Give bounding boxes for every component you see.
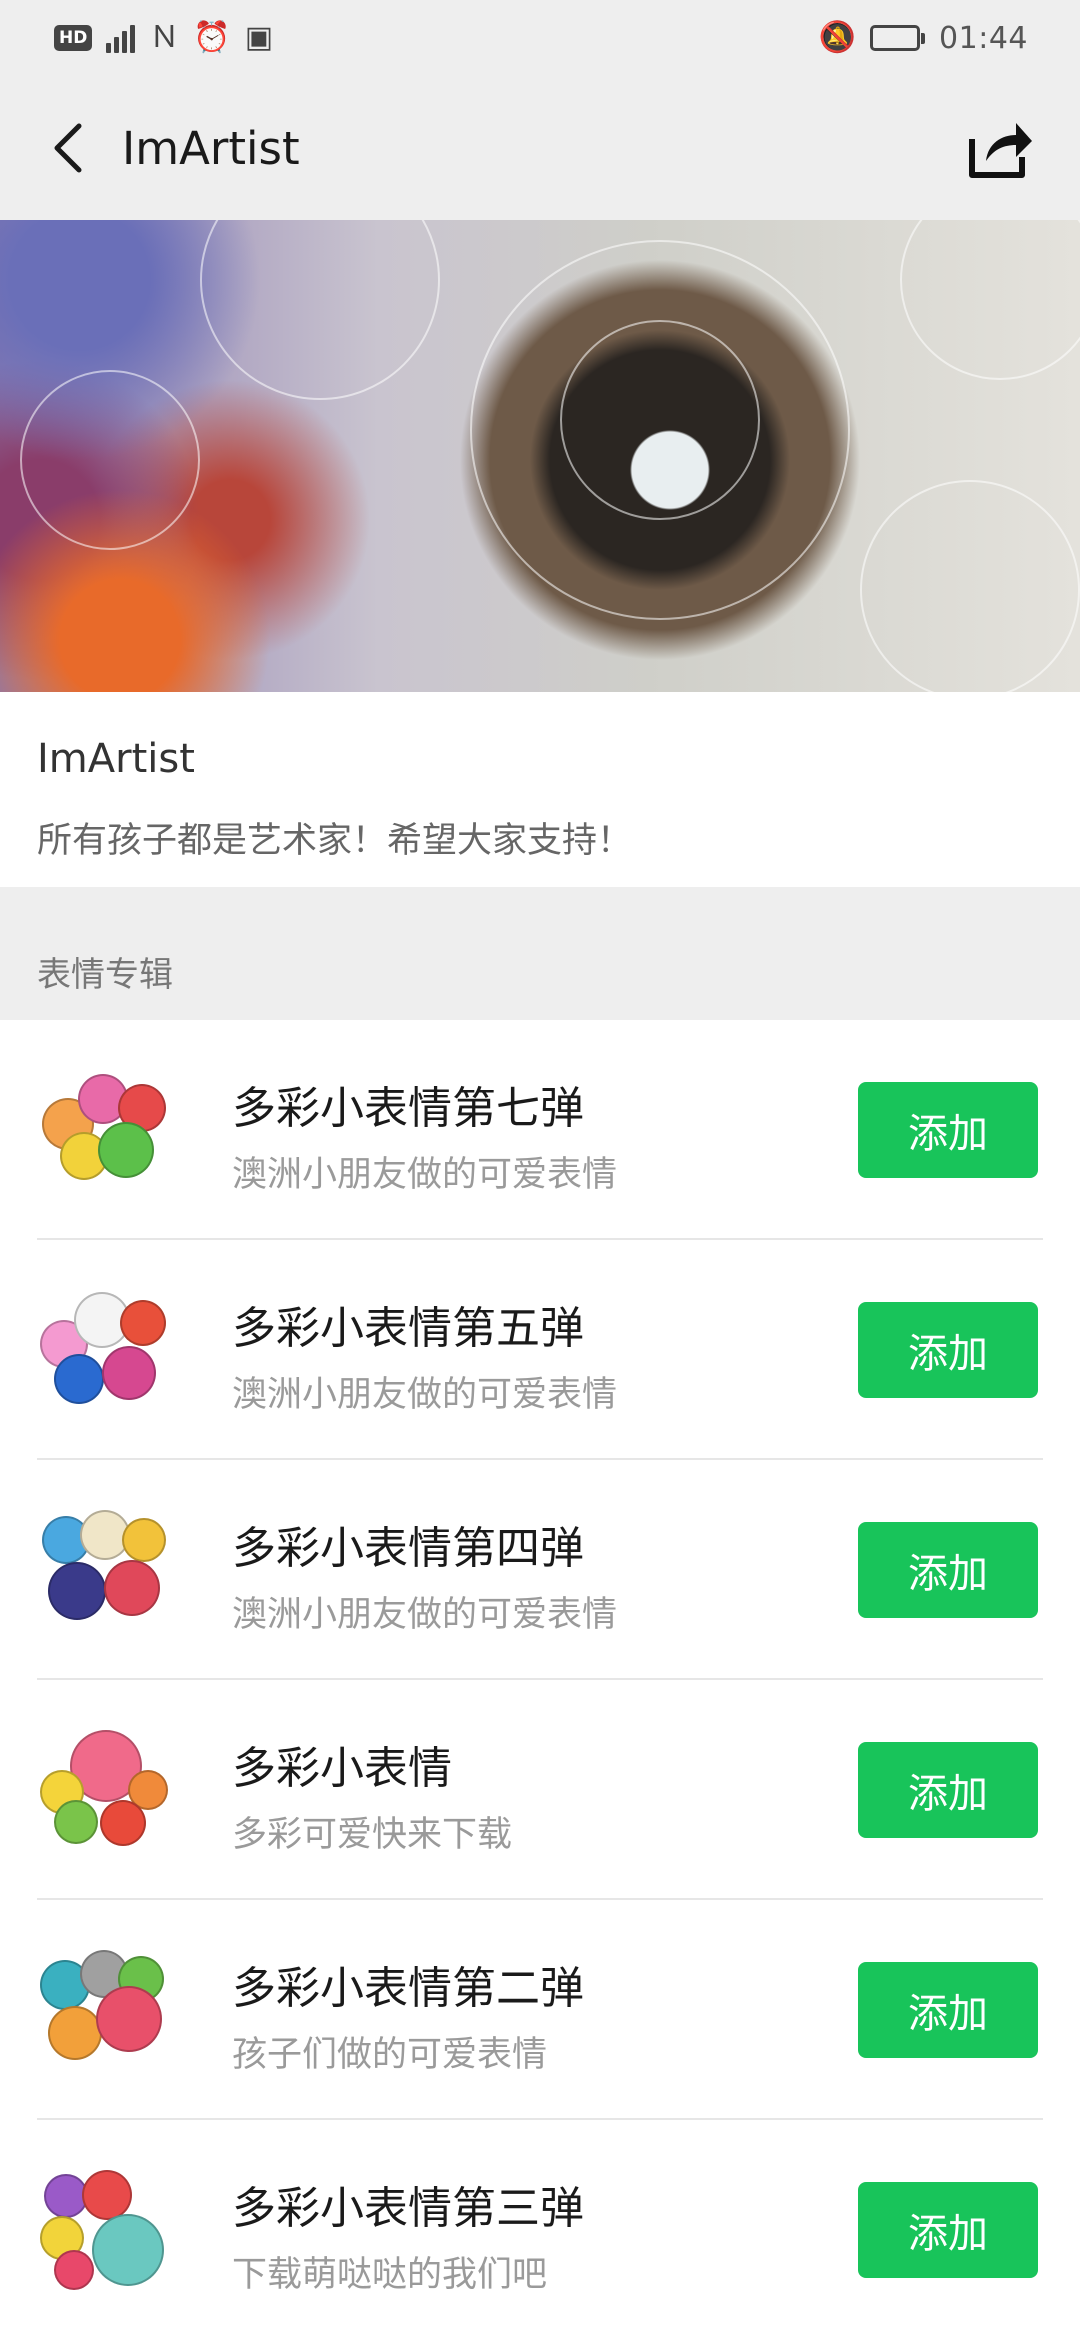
album-thumbnail	[40, 1070, 175, 1190]
album-subtitle: 澳洲小朋友做的可爱表情	[232, 1155, 618, 1195]
album-list: 多彩小表情第七弹 澳洲小朋友做的可爱表情 添加 多彩小表情第五弹 澳洲小朋友做的…	[0, 1020, 1080, 2340]
list-item[interactable]: 多彩小表情第五弹 澳洲小朋友做的可爱表情 添加	[0, 1240, 1080, 1460]
alarm-icon: ⏰	[193, 20, 231, 55]
add-button[interactable]: 添加	[858, 1082, 1038, 1178]
album-thumbnail	[40, 1730, 175, 1850]
album-thumbnail	[40, 2170, 175, 2290]
album-subtitle: 澳洲小朋友做的可爱表情	[232, 1375, 618, 1415]
album-title: 多彩小表情第五弹	[232, 1303, 584, 1354]
share-icon	[969, 123, 1032, 178]
list-item[interactable]: 多彩小表情第三弹 下载萌哒哒的我们吧 添加	[0, 2120, 1080, 2340]
profile-name: ImArtist	[37, 736, 195, 782]
album-title: 多彩小表情第七弹	[232, 1083, 584, 1134]
back-button[interactable]	[24, 98, 114, 198]
album-thumbnail	[40, 1950, 175, 2070]
list-item[interactable]: 多彩小表情 多彩可爱快来下载 添加	[0, 1680, 1080, 1900]
album-title: 多彩小表情第四弹	[232, 1523, 584, 1574]
share-button[interactable]	[964, 112, 1036, 184]
section-header: 表情专辑	[0, 887, 1080, 1020]
network-badge: HD	[54, 25, 93, 51]
list-item[interactable]: 多彩小表情第四弹 澳洲小朋友做的可爱表情 添加	[0, 1460, 1080, 1680]
album-subtitle: 多彩可爱快来下载	[232, 1815, 513, 1855]
status-time: 01:44	[939, 20, 1028, 56]
album-subtitle: 孩子们做的可爱表情	[232, 2035, 548, 2075]
album-title: 多彩小表情第二弹	[232, 1963, 584, 2014]
chevron-left-icon	[54, 123, 82, 173]
nfc-icon: Ｎ	[149, 20, 180, 55]
add-button[interactable]: 添加	[858, 1302, 1038, 1398]
add-button[interactable]: 添加	[858, 2182, 1038, 2278]
add-button[interactable]: 添加	[858, 1522, 1038, 1618]
signal-icon	[106, 23, 136, 53]
list-item[interactable]: 多彩小表情第七弹 澳洲小朋友做的可爱表情 添加	[0, 1020, 1080, 1240]
album-thumbnail	[40, 1290, 175, 1410]
mute-icon: 🔕	[818, 20, 857, 55]
album-subtitle: 澳洲小朋友做的可爱表情	[232, 1595, 618, 1635]
notification-icon: ▣	[244, 20, 274, 55]
add-button[interactable]: 添加	[858, 1962, 1038, 2058]
album-thumbnail	[40, 1510, 175, 1630]
status-bar-right: 🔕 01:44	[819, 21, 1028, 56]
album-title: 多彩小表情第三弹	[232, 2183, 584, 2234]
list-item[interactable]: 多彩小表情第二弹 孩子们做的可爱表情 添加	[0, 1900, 1080, 2120]
album-title: 多彩小表情	[232, 1743, 452, 1794]
nav-bar: ImArtist	[0, 76, 1080, 220]
status-bar: HD Ｎ ⏰ ▣ 🔕 01:44	[0, 0, 1080, 76]
add-button[interactable]: 添加	[858, 1742, 1038, 1838]
battery-icon	[870, 25, 926, 51]
section-title: 表情专辑	[37, 955, 173, 995]
page-title: ImArtist	[122, 121, 300, 175]
album-subtitle: 下载萌哒哒的我们吧	[232, 2255, 548, 2295]
status-bar-left: HD Ｎ ⏰ ▣	[54, 23, 273, 53]
banner-image	[0, 220, 1080, 692]
profile-section: ImArtist 所有孩子都是艺术家！希望大家支持！	[0, 692, 1080, 887]
profile-description: 所有孩子都是艺术家！希望大家支持！	[37, 821, 633, 861]
